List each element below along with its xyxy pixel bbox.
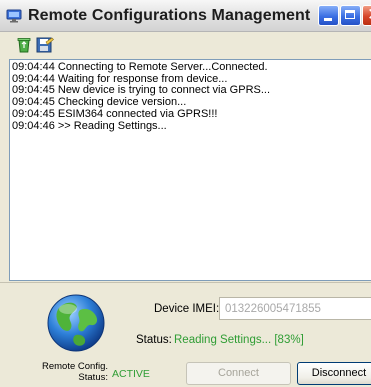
window-title: Remote Configurations Management — [28, 7, 311, 24]
disconnect-button[interactable]: Disconnect — [297, 362, 371, 385]
separator — [0, 282, 371, 283]
title-bar[interactable]: Remote Configurations Management ✕ — [0, 0, 371, 32]
remote-config-window: Remote Configurations Management ✕ 09:04… — [0, 0, 371, 387]
status-label: Status: — [136, 334, 172, 346]
log-line: 09:04:44 Connecting to Remote Server...C… — [12, 61, 268, 73]
imei-field[interactable]: 013226005471855 — [219, 297, 371, 320]
minimize-button[interactable] — [318, 5, 339, 26]
log-line: 09:04:46 >> Reading Settings... — [12, 119, 167, 132]
toolbar — [0, 32, 371, 58]
status-value: Reading Settings... [83%] — [174, 334, 304, 346]
imei-label: Device IMEI: — [154, 303, 220, 315]
monitor-icon — [6, 9, 22, 23]
log-panel[interactable]: 09:04:44 Connecting to Remote Server...C… — [9, 59, 371, 281]
close-button[interactable]: ✕ — [362, 5, 371, 26]
globe-icon — [47, 294, 105, 352]
remote-config-label-line2: Status: — [78, 372, 108, 383]
save-icon[interactable] — [35, 36, 55, 54]
maximize-button[interactable] — [340, 5, 361, 26]
remote-config-status-label: Remote Config. Status: — [28, 361, 108, 383]
log-line: 09:04:45 ESIM364 connected via GPRS!!! — [12, 107, 218, 120]
close-icon: ✕ — [367, 5, 371, 25]
recycle-bin-icon[interactable] — [14, 36, 34, 54]
remote-config-label-line1: Remote Config. — [41, 361, 108, 372]
connect-button[interactable]: Connect — [186, 362, 291, 385]
remote-config-status-value: ACTIVE — [112, 368, 150, 380]
